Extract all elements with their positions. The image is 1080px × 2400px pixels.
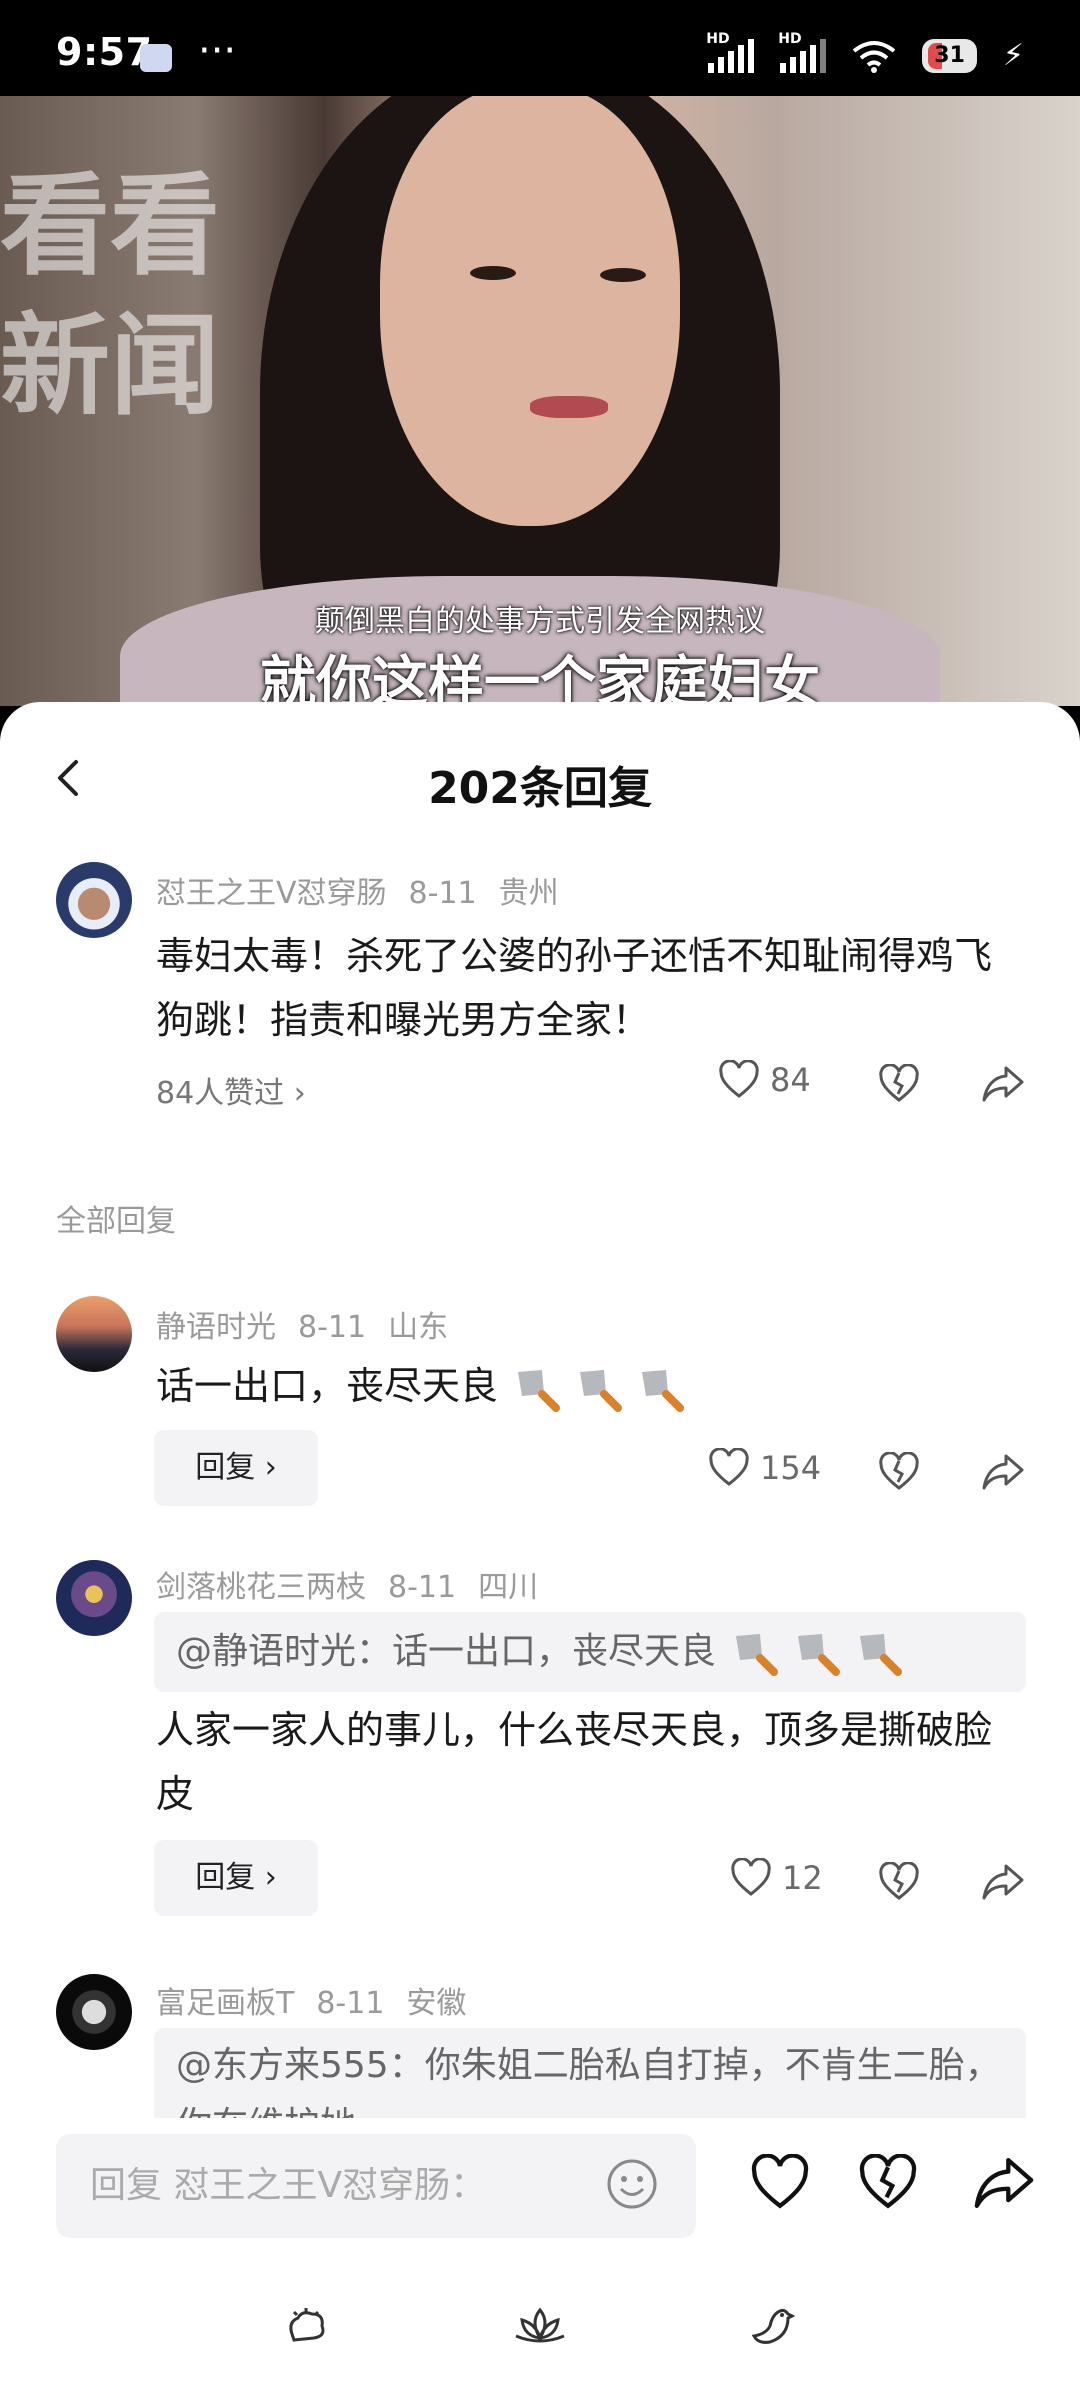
section-label-all-replies: 全部回复	[56, 1204, 176, 1239]
lotus-icon[interactable]	[512, 2304, 568, 2350]
comment-username[interactable]: 怼王之王V怼穿肠	[156, 876, 387, 911]
video-figure-eye	[470, 266, 516, 280]
sheet-header: 202条回复	[0, 702, 1080, 852]
avatar[interactable]	[56, 1974, 132, 2050]
video-figure-face	[380, 96, 680, 526]
reply-text: 话一出口，丧尽天良	[156, 1354, 1016, 1418]
reply-date: 8-11	[298, 1310, 367, 1345]
avatar[interactable]	[56, 1296, 132, 1372]
kitchen-knife-emoji	[860, 1634, 903, 1676]
video-caption-small: 颠倒黑白的处事方式引发全网热议	[315, 604, 765, 639]
reply-date: 8-11	[388, 1570, 457, 1605]
reply-location: 山东	[388, 1310, 449, 1345]
broken-heart-icon[interactable]	[878, 1452, 920, 1492]
comment-date: 8-11	[408, 876, 477, 911]
kitchen-knife-emoji	[642, 1369, 685, 1412]
reply-input-bar: 回复 怼王之王V怼穿肠：	[0, 2118, 1080, 2248]
broken-heart-icon[interactable]	[878, 1862, 920, 1902]
share-arrow-icon[interactable]	[982, 1064, 1024, 1104]
like-button[interactable]: 12	[730, 1858, 823, 1898]
like-count: 12	[782, 1859, 823, 1897]
quoted-reply[interactable]: @东方来555：你朱姐二胎私自打掉，不肯生二胎，你在维护她	[154, 2028, 1026, 2118]
notification-app-icon	[140, 44, 172, 72]
reply-location: 四川	[478, 1570, 539, 1605]
comment-location: 贵州	[498, 876, 559, 911]
battery-icon: 31	[922, 38, 977, 73]
status-time: 9:57	[56, 30, 153, 74]
status-bar: 9:57 ··· HD HD 31 ⚡	[0, 0, 1080, 96]
video-figure-eye	[600, 268, 646, 282]
heart-icon	[709, 1448, 749, 1486]
wifi-icon	[853, 40, 896, 73]
kitchen-knife-emoji	[798, 1634, 841, 1676]
quoted-reply[interactable]: @静语时光：话一出口，丧尽天良	[154, 1612, 1026, 1692]
video-player[interactable]: 看看 新闻 颠倒黑白的处事方式引发全网热议 就你这样一个家庭妇女	[0, 96, 1080, 706]
heart-icon[interactable]	[750, 2154, 810, 2212]
comment-text: 毒妇太毒！杀死了公婆的孙子还恬不知耻闹得鸡飞狗跳！指责和曝光男方全家！	[156, 934, 993, 1042]
reply-date: 8-11	[316, 1986, 385, 2021]
reply-username[interactable]: 剑落桃花三两枝	[156, 1570, 366, 1605]
like-count: 84	[770, 1061, 811, 1099]
charging-icon: ⚡	[1002, 38, 1024, 73]
avatar[interactable]	[56, 1560, 132, 1636]
like-count: 154	[760, 1449, 822, 1487]
avatar[interactable]	[56, 862, 132, 938]
reply-input[interactable]: 回复 怼王之王V怼穿肠：	[56, 2134, 696, 2238]
share-arrow-icon[interactable]	[974, 2154, 1034, 2212]
more-notifications-icon: ···	[198, 28, 237, 74]
bottom-nav	[0, 2260, 1080, 2400]
signal-icon: HD	[706, 31, 755, 73]
page-title: 202条回复	[428, 763, 652, 814]
reply-location: 安徽	[406, 1986, 467, 2021]
share-arrow-icon[interactable]	[982, 1452, 1024, 1492]
heart-icon	[719, 1060, 759, 1098]
reply-button[interactable]: 回复 ›	[154, 1840, 318, 1916]
heart-icon	[731, 1858, 771, 1896]
video-figure-lips	[530, 396, 608, 418]
reply-text: 人家一家人的事儿，什么丧尽天良，顶多是撕破脸皮	[156, 1708, 993, 1816]
like-button[interactable]: 84	[718, 1060, 811, 1100]
background-sign: 看看 新闻	[0, 161, 220, 430]
reply-button[interactable]: 回复 ›	[154, 1430, 318, 1506]
video-caption-big: 就你这样一个家庭妇女	[260, 651, 820, 706]
broken-heart-icon[interactable]	[858, 2154, 918, 2212]
kitchen-knife-emoji	[580, 1369, 623, 1412]
signal-icon-2: HD	[778, 31, 827, 73]
bubble-icon[interactable]	[284, 2304, 330, 2350]
smile-icon[interactable]	[606, 2158, 658, 2210]
like-button[interactable]: 154	[708, 1448, 821, 1488]
reply-username[interactable]: 静语时光	[156, 1310, 276, 1345]
reply-item: 富足画板T 8-11 安徽 @东方来555：你朱姐二胎私自打掉，不肯生二胎，你在维护…	[0, 1966, 1080, 2118]
kitchen-knife-emoji	[736, 1634, 779, 1676]
broken-heart-icon[interactable]	[878, 1064, 920, 1104]
reply-username[interactable]: 富足画板T	[156, 1986, 294, 2021]
kitchen-knife-emoji	[518, 1369, 561, 1412]
bird-icon[interactable]	[748, 2304, 796, 2350]
share-arrow-icon[interactable]	[982, 1862, 1024, 1902]
likers-link[interactable]: 84人赞过 ›	[156, 1068, 306, 1112]
